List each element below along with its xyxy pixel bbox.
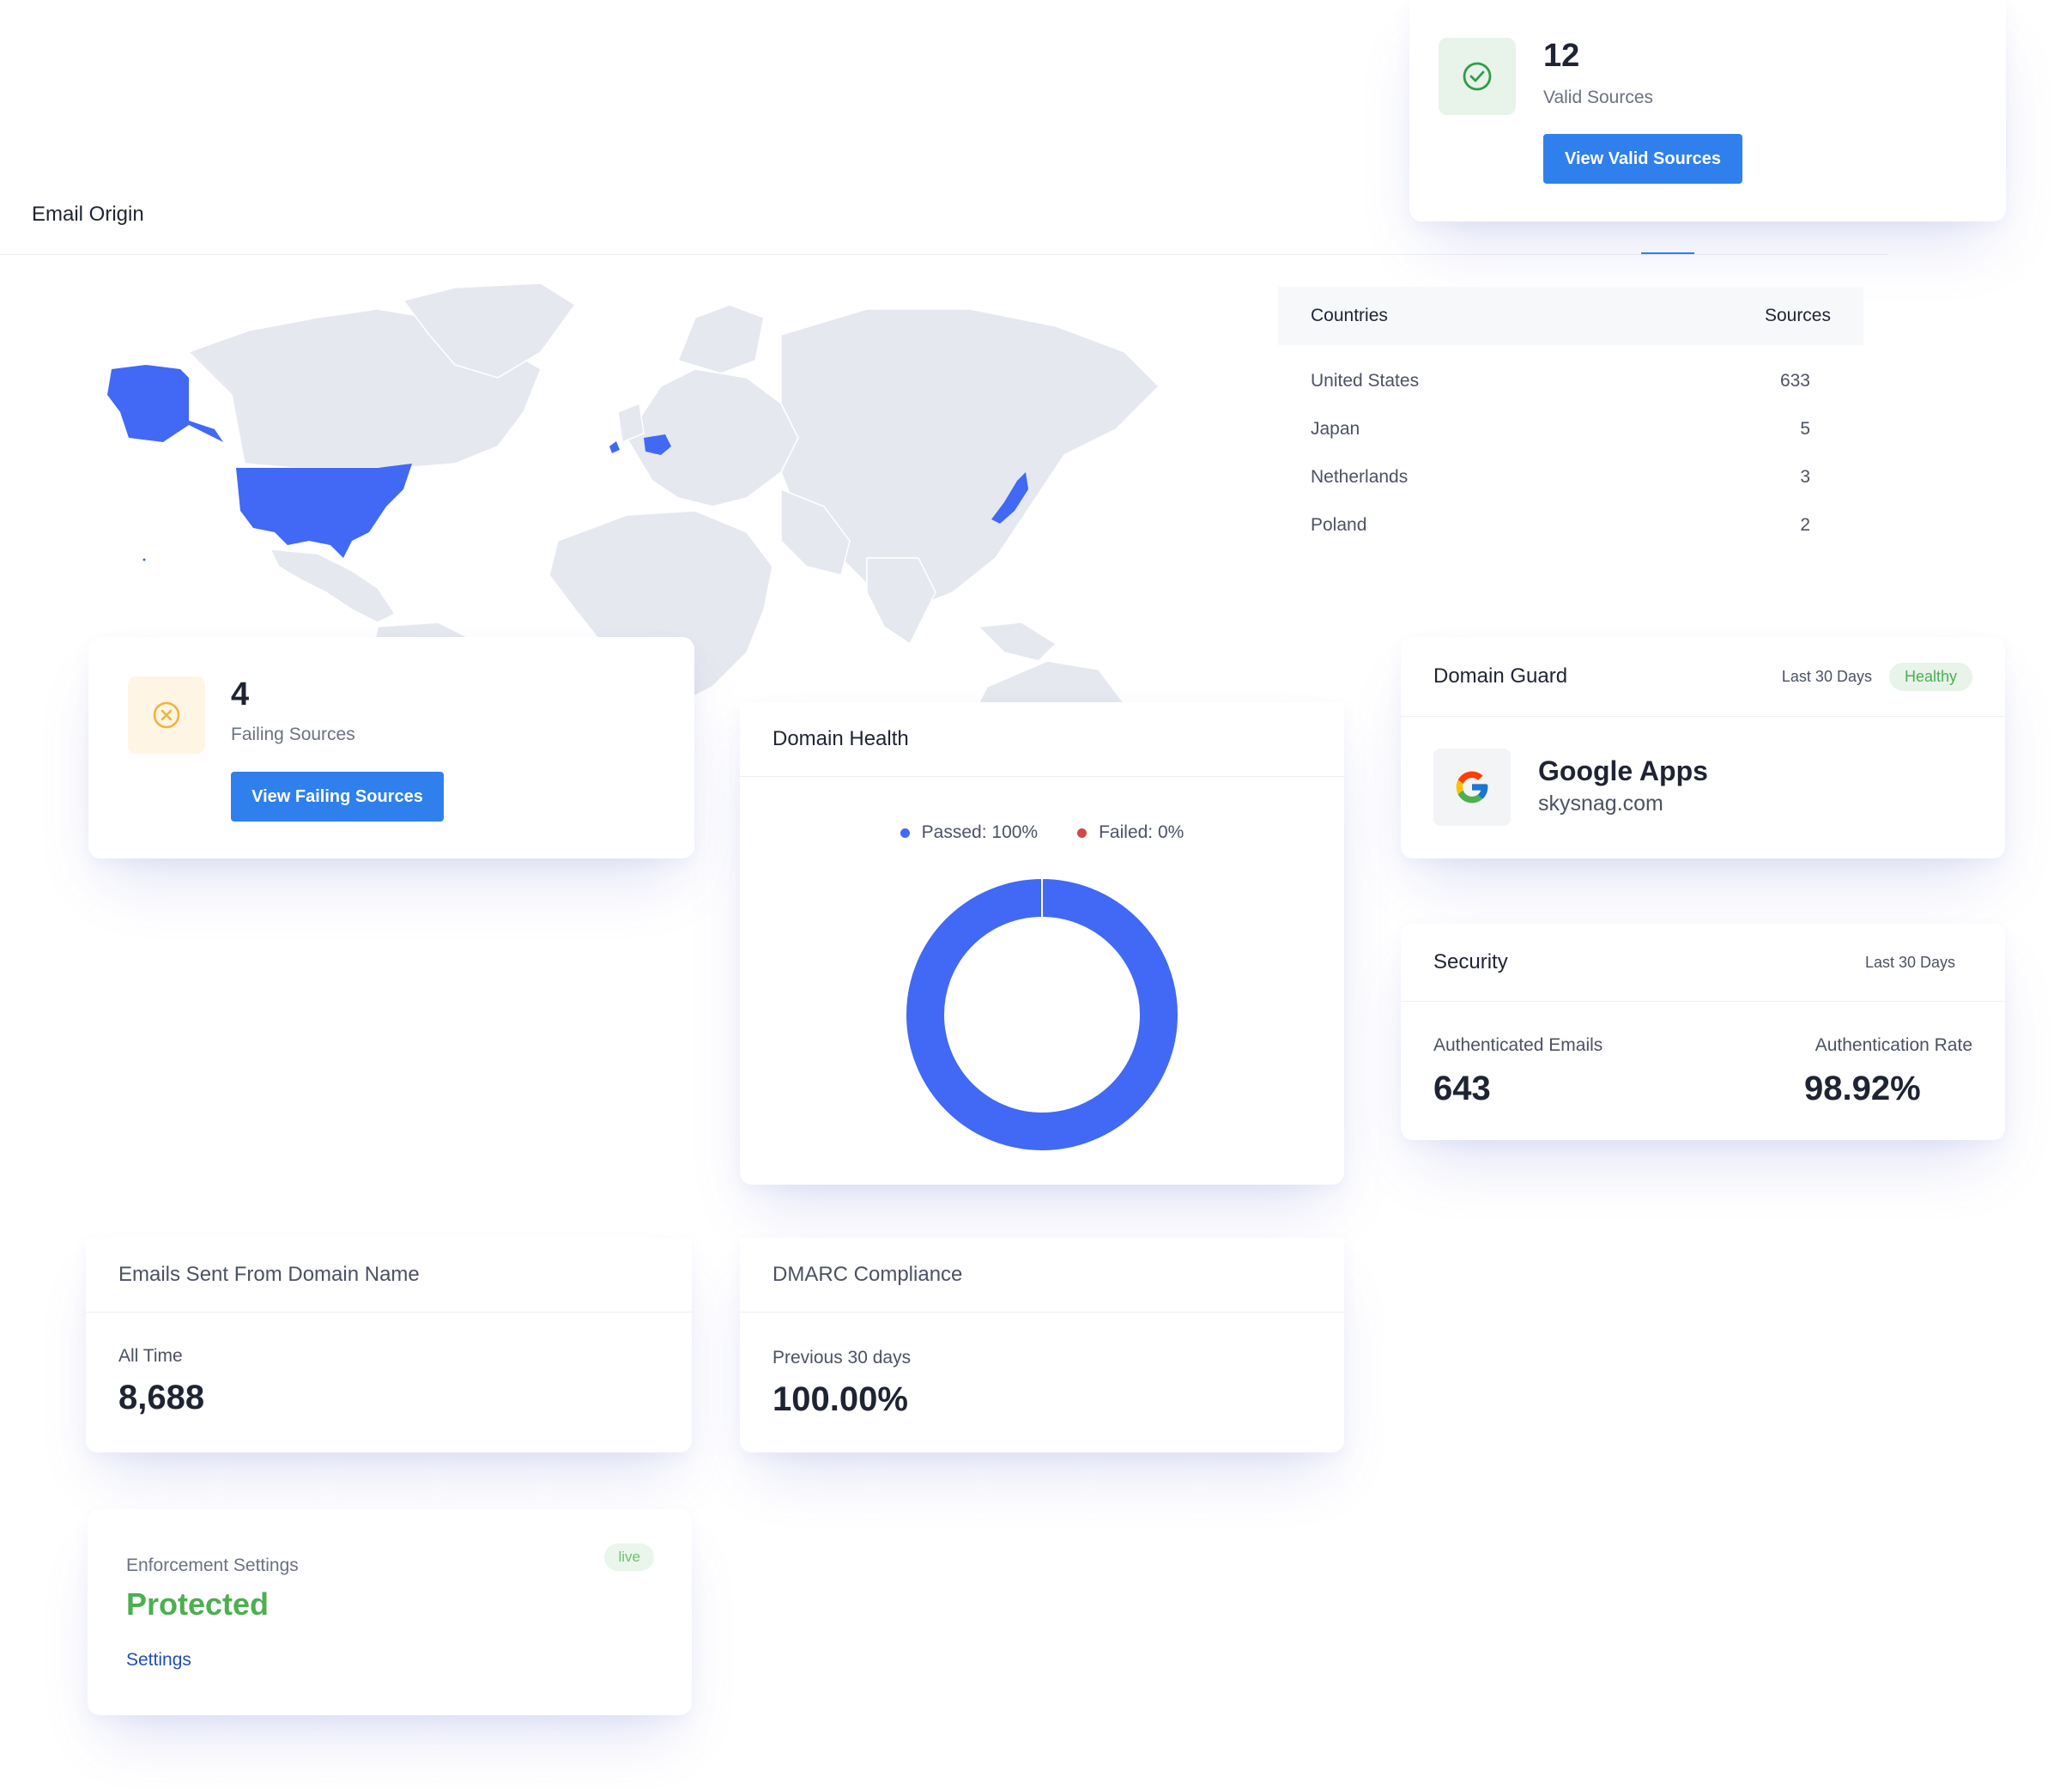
provider-domain: skysnag.com bbox=[1538, 791, 1663, 816]
countries-column-header: Countries bbox=[1311, 306, 1388, 325]
map-region-india bbox=[866, 557, 936, 646]
domain-guard-meta: Last 30 Days Healthy bbox=[1781, 662, 1972, 691]
view-valid-sources-button[interactable]: View Valid Sources bbox=[1543, 134, 1742, 184]
map-region-se-asia bbox=[977, 622, 1057, 662]
legend-failed: Failed: 0% bbox=[1077, 822, 1184, 843]
failing-sources-card: 4 Failing Sources View Failing Sources bbox=[88, 637, 694, 858]
google-icon bbox=[1456, 771, 1488, 804]
countries-table-header: Countries Sources bbox=[1278, 287, 1863, 345]
security-header: Security Last 30 Days bbox=[1401, 924, 2005, 1002]
security-range: Last 30 Days bbox=[1864, 953, 1955, 971]
status-badge: Healthy bbox=[1888, 662, 1972, 691]
domain-guard-range: Last 30 Days bbox=[1781, 667, 1872, 685]
live-badge: live bbox=[604, 1543, 654, 1571]
security-card: Security Last 30 Days Authenticated Emai… bbox=[1401, 924, 2005, 1140]
domain-health-card: Domain Health Passed: 100% Failed: 0% bbox=[740, 702, 1344, 1185]
provider-logo-tile bbox=[1433, 749, 1511, 826]
domain-health-donut-chart bbox=[906, 878, 1178, 1150]
emails-sent-value: 8,688 bbox=[118, 1379, 205, 1416]
domain-health-title: Domain Health bbox=[772, 727, 909, 750]
domain-health-header: Domain Health bbox=[740, 702, 1344, 777]
valid-sources-label: Valid Sources bbox=[1543, 88, 1654, 107]
dmarc-compliance-card: DMARC Compliance Previous 30 days 100.00… bbox=[740, 1238, 1344, 1452]
x-circle-icon bbox=[153, 701, 180, 729]
map-region-australia bbox=[978, 660, 1125, 704]
valid-sources-icon-tile bbox=[1439, 38, 1516, 115]
tab-active-indicator bbox=[1641, 252, 1694, 254]
map-region-scandinavia bbox=[676, 304, 765, 374]
emails-sent-card: Emails Sent From Domain Name All Time 8,… bbox=[86, 1238, 692, 1452]
map-highlight-united-states bbox=[236, 464, 412, 558]
auth-emails-value: 643 bbox=[1433, 1070, 1491, 1107]
map-highlight-netherlands bbox=[609, 441, 620, 453]
dmarc-value: 100.00% bbox=[772, 1380, 908, 1418]
table-row: Japan 5 bbox=[1311, 419, 1810, 439]
valid-sources-count: 12 bbox=[1543, 38, 1580, 74]
table-row: United States 633 bbox=[1311, 371, 1810, 391]
domain-guard-header: Domain Guard Last 30 Days Healthy bbox=[1401, 637, 2005, 717]
security-title: Security bbox=[1433, 950, 1508, 973]
emails-sent-title: Emails Sent From Domain Name bbox=[118, 1263, 420, 1286]
table-row: Poland 2 bbox=[1311, 515, 1810, 535]
legend-passed: Passed: 100% bbox=[900, 822, 1038, 843]
page-title: Email Origin bbox=[32, 203, 144, 226]
enforcement-settings-card: Enforcement Settings live Protected Sett… bbox=[88, 1509, 692, 1715]
failing-sources-label: Failing Sources bbox=[231, 725, 355, 744]
auth-rate-value: 98.92% bbox=[1804, 1070, 1921, 1107]
provider-name: Google Apps bbox=[1538, 755, 1708, 786]
enforcement-status: Protected bbox=[126, 1586, 270, 1622]
sources-column-header: Sources bbox=[1764, 306, 1831, 325]
table-row: Netherlands 3 bbox=[1311, 467, 1810, 487]
emails-sent-period: All Time bbox=[118, 1346, 183, 1366]
auth-rate-label: Authentication Rate bbox=[1815, 1035, 1972, 1055]
domain-guard-title: Domain Guard bbox=[1433, 664, 1568, 688]
dmarc-period: Previous 30 days bbox=[772, 1348, 912, 1368]
map-highlight-alaska bbox=[107, 365, 223, 442]
dmarc-title: DMARC Compliance bbox=[772, 1263, 963, 1286]
check-circle-icon bbox=[1463, 62, 1492, 91]
valid-sources-card: 12 Valid Sources View Valid Sources bbox=[1409, 0, 2006, 221]
domain-guard-card: Domain Guard Last 30 Days Healthy Google… bbox=[1401, 637, 2005, 858]
domain-health-legend: Passed: 100% Failed: 0% bbox=[740, 822, 1344, 843]
donut-slice-passed bbox=[906, 879, 1178, 1150]
legend-failed-dot bbox=[1077, 828, 1087, 838]
map-highlight-hawaii bbox=[142, 558, 146, 561]
emails-sent-header: Emails Sent From Domain Name bbox=[86, 1238, 692, 1313]
legend-passed-dot bbox=[900, 828, 910, 838]
auth-emails-label: Authenticated Emails bbox=[1433, 1035, 1603, 1055]
failing-sources-count: 4 bbox=[231, 676, 250, 713]
settings-link[interactable]: Settings bbox=[126, 1650, 191, 1671]
map-region-central-america bbox=[269, 549, 397, 623]
view-failing-sources-button[interactable]: View Failing Sources bbox=[231, 772, 444, 822]
enforcement-title: Enforcement Settings bbox=[126, 1556, 299, 1575]
failing-sources-icon-tile bbox=[128, 676, 205, 754]
countries-table: Countries Sources United States 633 Japa… bbox=[1278, 287, 1863, 549]
countries-table-body: United States 633 Japan 5 Netherlands 3 … bbox=[1278, 345, 1863, 549]
dmarc-header: DMARC Compliance bbox=[740, 1238, 1344, 1313]
